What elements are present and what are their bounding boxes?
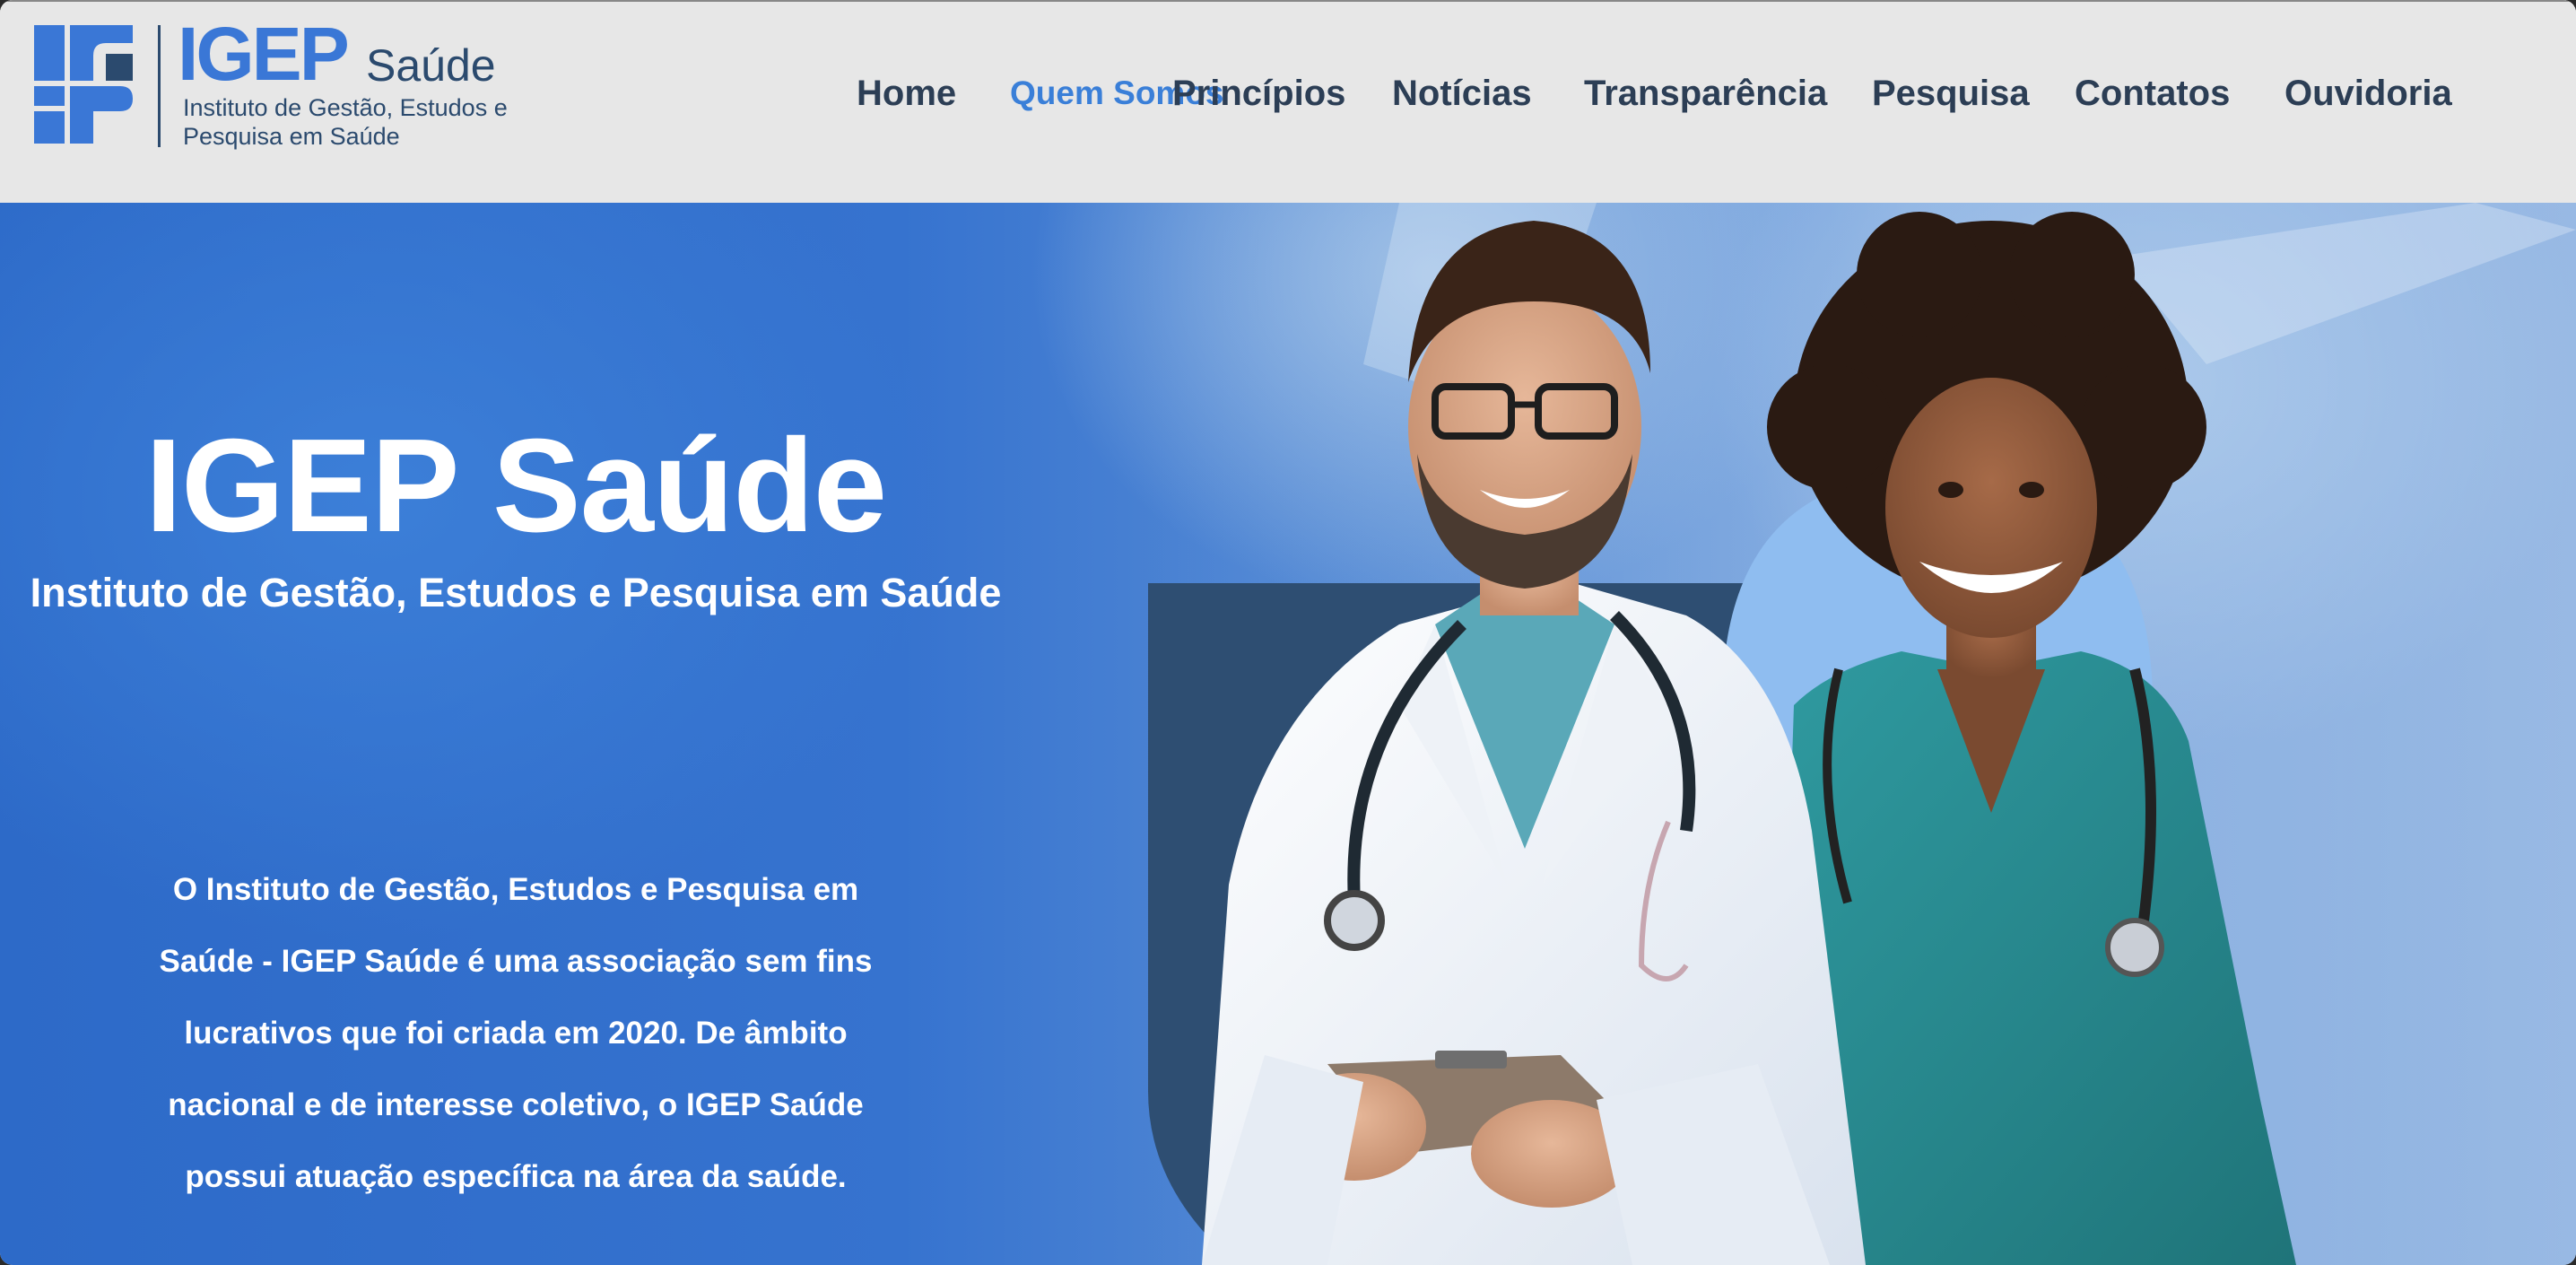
hero-description: O Instituto de Gestão, Estudos e Pesquis…	[159, 872, 873, 1194]
nav-contatos[interactable]: Contatos	[2075, 74, 2230, 113]
site-header: IGEP Saúde Instituto de Gestão, Estudos …	[0, 0, 2576, 203]
logo-subtitle: Instituto de Gestão, Estudos e Pesquisa …	[183, 94, 508, 150]
logo-divider	[158, 25, 161, 147]
hero-doctors-image	[1130, 203, 2576, 1265]
hero-title: IGEP Saúde	[144, 412, 887, 560]
nav-quem-somos[interactable]: Quem Somos	[1010, 68, 1224, 118]
logo-suffix: Saúde	[366, 40, 496, 91]
hero-banner: IGEP Saúde Instituto de Gestão, Estudos …	[0, 203, 2576, 1265]
nav-principios[interactable]: Princípios	[1172, 74, 1345, 113]
nav-transparencia[interactable]: Transparência	[1584, 74, 1827, 113]
browser-window: IGEP Saúde Instituto de Gestão, Estudos …	[0, 0, 2576, 1265]
logo-wordmark: IGEP	[178, 12, 350, 96]
site-logo[interactable]: IGEP Saúde Instituto de Gestão, Estudos …	[34, 16, 518, 156]
nav-noticias[interactable]: Notícias	[1392, 74, 1532, 113]
nav-pesquisa[interactable]: Pesquisa	[1872, 74, 2030, 113]
igep-logo-mark-icon	[34, 25, 133, 144]
hero-subtitle: Instituto de Gestão, Estudos e Pesquisa …	[30, 570, 1002, 615]
nav-home[interactable]: Home	[857, 74, 956, 113]
nav-ouvidoria[interactable]: Ouvidoria	[2284, 74, 2452, 113]
